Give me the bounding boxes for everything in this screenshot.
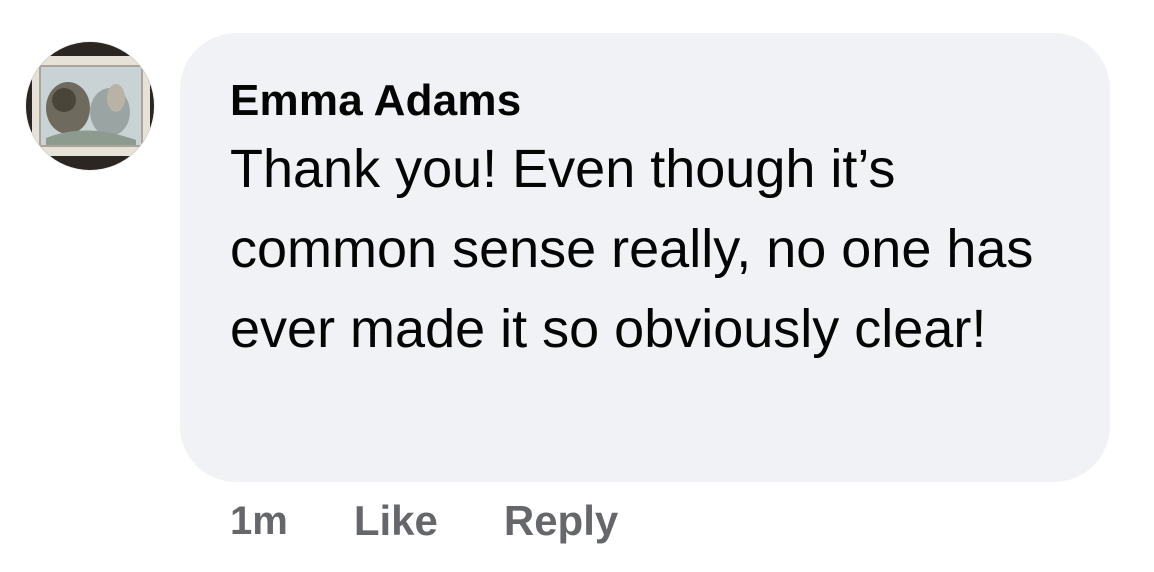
author-name[interactable]: Emma Adams: [230, 77, 1062, 125]
comment-bubble: Emma Adams Thank you! Even though it’s c…: [180, 33, 1110, 482]
reply-button[interactable]: Reply: [504, 497, 618, 545]
comment: Emma Adams Thank you! Even though it’s c…: [0, 0, 1154, 572]
comment-actions: 1m Like Reply: [230, 494, 684, 548]
like-button[interactable]: Like: [354, 497, 438, 545]
avatar[interactable]: [26, 42, 154, 170]
timestamp[interactable]: 1m: [230, 499, 288, 544]
avatar-image: [26, 42, 154, 170]
comment-text: Thank you! Even though it’s common sense…: [230, 139, 1034, 359]
